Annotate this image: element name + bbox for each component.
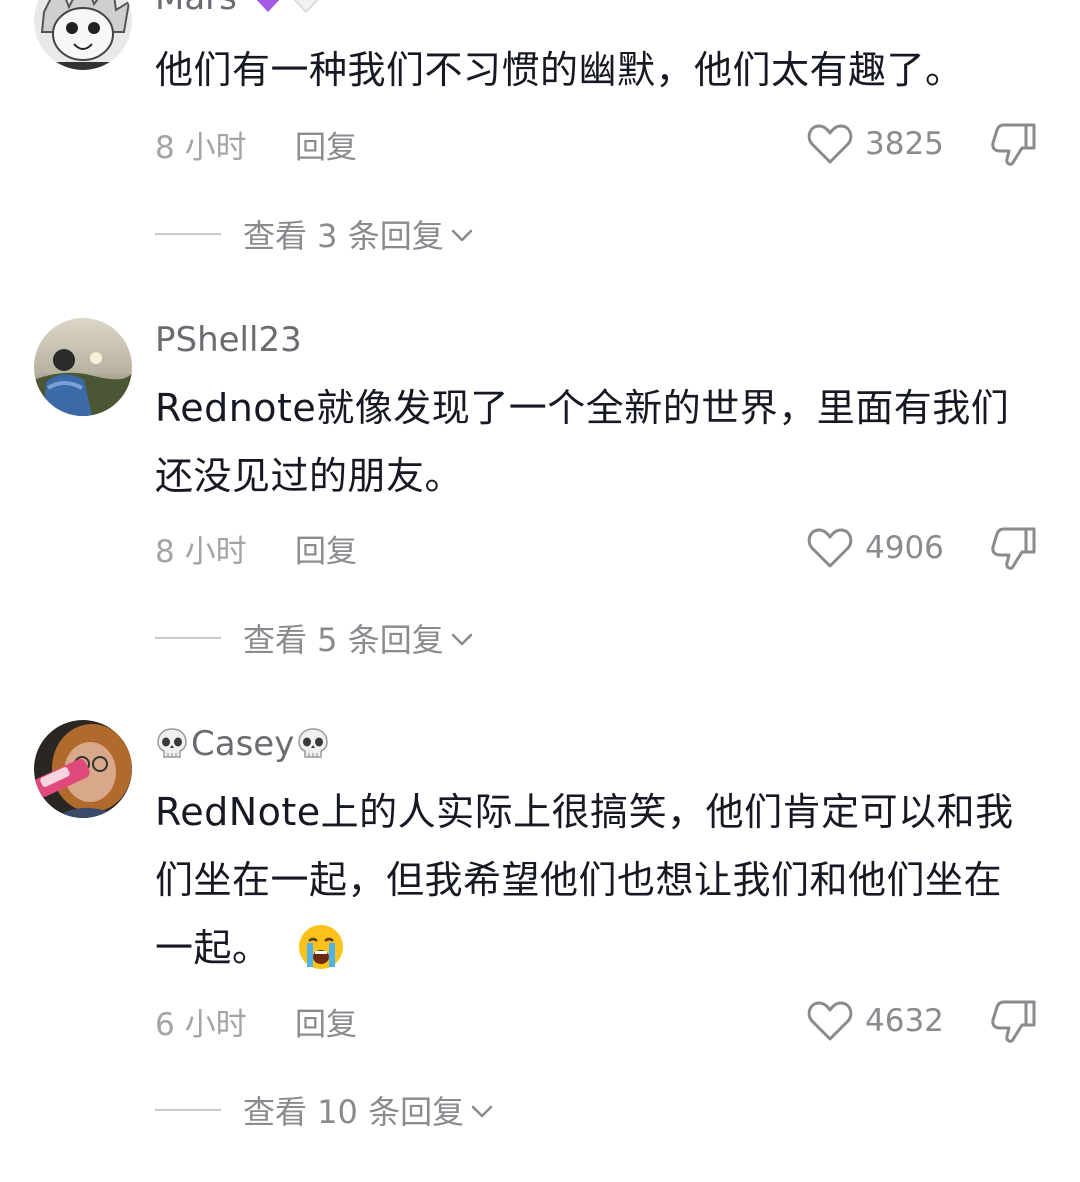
skull-icon — [157, 728, 187, 758]
divider-line — [155, 1109, 221, 1111]
username[interactable]: Casey — [155, 724, 330, 764]
dislike-button[interactable] — [990, 998, 1038, 1048]
avatar-image — [34, 720, 132, 818]
avatar[interactable] — [34, 720, 132, 818]
reply-button[interactable]: 回复 — [295, 999, 357, 1044]
heart-outline-icon — [807, 1001, 853, 1041]
view-replies-text[interactable]: 查看 10 条回复 — [243, 1087, 464, 1133]
like-count: 4632 — [865, 1003, 944, 1039]
comment-meta: 6 小时 回复 4632 — [155, 996, 1040, 1046]
timestamp: 6 小时 — [155, 1006, 247, 1043]
skull-icon — [298, 728, 329, 758]
view-replies-button[interactable]: 查看 10 条回复 — [155, 1088, 494, 1132]
loudly-crying-face-icon — [299, 925, 344, 969]
comment-item: Casey RedNote上的人实际上很搞笑，他们肯定可以和我们坐在一起，但我希… — [0, 0, 1080, 1182]
dislike-icon — [991, 1000, 1036, 1043]
username-text[interactable]: Casey — [191, 724, 294, 764]
like-button[interactable]: 4632 — [807, 1000, 944, 1042]
comment-text: RedNote上的人实际上很搞笑，他们肯定可以和我们坐在一起，但我希望他们也想让… — [155, 778, 1035, 982]
comment-text-content: RedNote上的人实际上很搞笑，他们肯定可以和我们坐在一起，但我希望他们也想让… — [155, 790, 1014, 970]
chevron-down-icon — [471, 1105, 493, 1118]
